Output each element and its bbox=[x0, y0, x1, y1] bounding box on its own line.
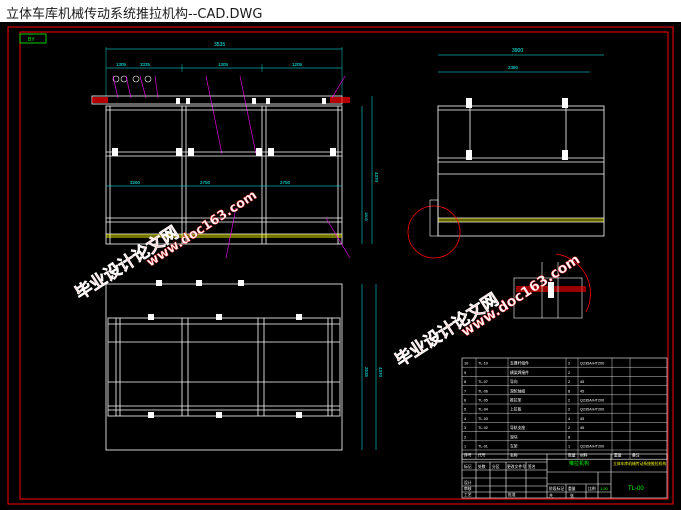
bom-cell-name: 车架 bbox=[510, 444, 518, 449]
tb-label-zone: 分区 bbox=[492, 464, 500, 469]
cad-drawing-canvas[interactable]: BY 3535 1305 3335 1305 1205 3260 2750 27… bbox=[0, 22, 681, 510]
tb-label-count: 处数 bbox=[478, 464, 486, 469]
bom-cell-name: 上拉板 bbox=[510, 407, 522, 412]
tb-label-sheet: 张 bbox=[570, 493, 574, 498]
bom-cell-no: 6 bbox=[464, 399, 466, 403]
bom-header-mat: 材料 bbox=[580, 453, 588, 458]
bom-cell-code: TL-10 bbox=[478, 362, 488, 366]
dim-front-g: 2750 bbox=[280, 180, 291, 185]
dim-side-inner: 2380 bbox=[508, 65, 519, 70]
bom-cell-no: 2 bbox=[464, 435, 466, 439]
bom-cell-mat: 45 bbox=[580, 417, 584, 421]
bom-cell-mat: 45 bbox=[580, 426, 584, 430]
tb-label-design: 设计 bbox=[464, 480, 472, 485]
bom-cell-qty: 2 bbox=[568, 362, 570, 366]
bom-cell-mat: Q235A/HT200 bbox=[580, 408, 604, 412]
bom-cell-qty: 2 bbox=[568, 426, 570, 430]
detail-circle-a bbox=[407, 205, 461, 259]
tb-label-process: 工艺 bbox=[464, 492, 472, 497]
bom-cell-name: 横梁焊接件 bbox=[510, 370, 529, 375]
bom-table: 10 TL-10 支撑杆组件 2 Q235A/HT200 9 横梁焊接件 2 8 TL-07 导向 2… bbox=[461, 357, 668, 460]
window-titlebar: 立体车库机械传动系统推拉机构--CAD.DWG bbox=[0, 0, 681, 22]
bom-cell-name: 导轨支座 bbox=[510, 425, 525, 430]
bom-header-qty: 数量 bbox=[568, 453, 576, 458]
tb-label-weight: 重量 bbox=[568, 486, 576, 491]
bom-cell-code: TL-05 bbox=[478, 399, 488, 403]
bom-header-remark: 备注 bbox=[632, 453, 640, 458]
dim-front-height: 4370 bbox=[374, 172, 379, 183]
tb-label-sign: 签名 bbox=[528, 464, 536, 469]
plan-view: 4370 3535 bbox=[105, 280, 383, 451]
bom-cell-mat: 45 bbox=[580, 389, 584, 393]
tb-drawing-no: TL-00 bbox=[628, 486, 644, 492]
tb-label-total: 共 bbox=[549, 493, 553, 498]
bom-cell-code: TL-06 bbox=[478, 389, 488, 393]
watermark-url-right: www.doc163.com bbox=[458, 252, 583, 341]
corner-tag: BY bbox=[28, 37, 35, 43]
bom-cell-no: 1 bbox=[464, 445, 466, 449]
bom-cell-qty: 8 bbox=[568, 435, 570, 439]
tb-scale: 1:20 bbox=[600, 486, 609, 491]
dim-front-b: 3335 bbox=[140, 62, 151, 67]
bom-cell-name: 导向 bbox=[510, 379, 518, 384]
front-view: 3535 1305 3335 1305 1205 3260 2750 2750 … bbox=[91, 42, 379, 259]
watermark-left: 毕业设计论文网 www.doc163.com bbox=[71, 188, 260, 305]
tb-label-review: 审核 bbox=[464, 486, 472, 491]
bom-cell-mat: 45 bbox=[580, 380, 584, 384]
tb-label-approve: 批准 bbox=[508, 492, 516, 497]
bom-cell-mat: Q235A/HT200 bbox=[580, 399, 604, 403]
side-view: 3900 2380 bbox=[407, 48, 605, 259]
bom-cell-code: TL-02 bbox=[478, 426, 488, 430]
bom-cell-mat: Q235A/HT200 bbox=[580, 362, 604, 366]
bom-cell-name: 推拉架 bbox=[510, 398, 522, 403]
bom-cell-qty: 2 bbox=[568, 380, 570, 384]
bom-cell-mat: Q235A/HT200 bbox=[580, 445, 604, 449]
dim-front-f: 2750 bbox=[200, 180, 211, 185]
bom-cell-no: 7 bbox=[464, 389, 466, 393]
tb-label-stage: 阶段标记 bbox=[549, 486, 564, 491]
tb-label-mark: 标记 bbox=[464, 464, 472, 469]
dim-front-c: 1305 bbox=[218, 62, 229, 67]
dim-front-width: 3535 bbox=[214, 42, 225, 48]
bom-cell-no: 3 bbox=[464, 426, 466, 430]
dim-front-d: 1205 bbox=[292, 62, 303, 67]
dim-front-a: 1305 bbox=[116, 62, 127, 67]
bom-cell-code: TL-07 bbox=[478, 380, 488, 384]
bom-cell-code: TL-03 bbox=[478, 417, 488, 421]
watermark-text-right: 毕业设计论文网 bbox=[391, 289, 502, 371]
dim-front-e: 3260 bbox=[130, 180, 141, 185]
bom-cell-name: 滑轮轴组 bbox=[510, 388, 525, 393]
bom-header-no: 序号 bbox=[464, 453, 472, 458]
bom-header-name: 名称 bbox=[510, 453, 518, 458]
bom-cell-qty: 4 bbox=[568, 417, 570, 421]
bom-header-weight: 重量 bbox=[614, 453, 622, 458]
bom-cell-no: 9 bbox=[464, 371, 466, 375]
bom-header-code: 代号 bbox=[478, 453, 486, 458]
bom-cell-no: 5 bbox=[464, 408, 466, 412]
bom-cell-code: TL-01 bbox=[478, 445, 488, 449]
bom-cell-no: 4 bbox=[464, 417, 466, 421]
bom-cell-qty: 2 bbox=[568, 399, 570, 403]
tb-school: 立体车库机械传动系统推拉机构 bbox=[613, 461, 666, 466]
watermark-right: 毕业设计论文网 www.doc163.com bbox=[391, 251, 583, 371]
tb-assembly-name: 推拉机构 bbox=[569, 460, 589, 467]
window-title: 立体车库机械传动系统推拉机构--CAD.DWG bbox=[6, 7, 263, 22]
bom-cell-code: TL-04 bbox=[478, 408, 488, 412]
dim-plan-length: 4370 bbox=[378, 367, 383, 378]
bom-cell-no: 10 bbox=[464, 362, 468, 366]
bom-cell-qty: 2 bbox=[568, 408, 570, 412]
title-block: 标记 处数 分区 更改文件号 签名 设计 审核 工艺 批准 阶段标记 重量 比例… bbox=[461, 453, 668, 499]
dim-front-h: 1805 bbox=[364, 212, 369, 222]
cad-drawing-viewport[interactable]: BY 3535 1305 3335 1305 1205 3260 2750 27… bbox=[0, 22, 681, 510]
bom-cell-name: 滑块 bbox=[510, 434, 518, 439]
bom-cell-qty: 8 bbox=[568, 389, 570, 393]
dim-side-width: 3900 bbox=[512, 48, 523, 54]
bom-cell-name: 支撑杆组件 bbox=[510, 361, 529, 366]
bom-cell-qty: 2 bbox=[568, 371, 570, 375]
tb-label-change: 更改文件号 bbox=[507, 464, 526, 469]
bom-cell-no: 8 bbox=[464, 380, 466, 384]
tb-label-scale: 比例 bbox=[588, 486, 596, 491]
bom-cell-qty: 1 bbox=[568, 445, 570, 449]
dim-plan-width: 3535 bbox=[364, 367, 369, 378]
